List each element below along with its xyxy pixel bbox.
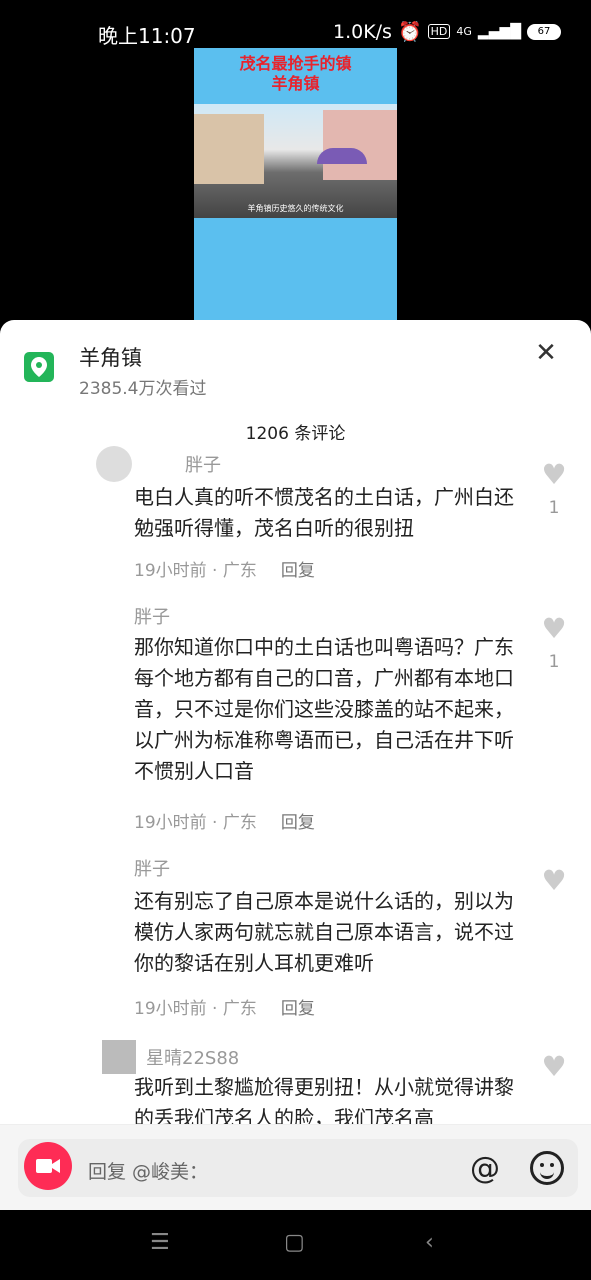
battery-icon: 67 [527, 23, 561, 40]
alarm-icon: ⏰ [397, 21, 422, 43]
camera-icon[interactable] [24, 1142, 72, 1190]
reply-button[interactable]: 回复 [281, 813, 315, 833]
video-caption: 羊角镇历史悠久的传统文化 [247, 204, 344, 213]
heart-icon[interactable]: ♥ [539, 458, 569, 491]
comment-meta: 19小时前 · 广东 回复 [134, 994, 315, 1019]
hd-icon: HD [427, 24, 451, 39]
network-speed: 1.0K/s [332, 20, 392, 43]
video-title-line1: 茂名最抢手的镇 [239, 54, 352, 73]
location-name[interactable]: 羊角镇 [79, 342, 142, 372]
emoji-icon[interactable] [530, 1151, 564, 1185]
comment-time-location: 19小时前 · 广东 [134, 999, 257, 1019]
comment-username[interactable]: 胖子 [134, 855, 170, 881]
comment-text: 那你知道你口中的土白话也叫粤语吗？广东每个地方都有自己的口音，广州都有本地口音，… [134, 635, 514, 783]
system-nav-bar: ☰ ▢ ‹ [0, 1210, 591, 1280]
status-right: 1.0K/s ⏰ HD 4G ▂▄▆█ 67 [333, 20, 561, 43]
comment-count: 1206 条评论 [245, 424, 346, 444]
at-mention-icon[interactable]: @ [470, 1151, 500, 1186]
video-title-line2: 羊角镇 [271, 74, 320, 93]
comment-time-location: 19小时前 · 广东 [134, 561, 257, 581]
comment-text: 还有别忘了自己原本是说什么话的，别以为模仿人家两句就忘就自己原本语言，说不过你的… [134, 889, 514, 975]
comment-meta: 19小时前 · 广东 回复 [134, 556, 315, 581]
reply-button[interactable]: 回复 [281, 561, 315, 581]
street-scene-image: 羊角镇历史悠久的传统文化 [194, 104, 397, 218]
menu-nav-icon[interactable]: ☰ [150, 1230, 170, 1255]
location-views: 2385.4万次看过 [79, 379, 207, 399]
comment-text: 电白人真的听不惯茂名的土白话，广州白还勉强听得懂，茂名白听的很别扭 [134, 485, 514, 540]
reply-button[interactable]: 回复 [281, 999, 315, 1019]
avatar[interactable] [102, 1040, 136, 1074]
building-right [323, 110, 397, 180]
comment-username[interactable]: 胖子 [134, 603, 170, 629]
location-pin-icon [24, 352, 54, 382]
reply-placeholder[interactable]: 回复 @峻美： [88, 1157, 208, 1184]
video-player[interactable]: 茂名最抢手的镇 羊角镇 羊角镇历史悠久的传统文化 [0, 48, 591, 328]
back-nav-icon[interactable]: ‹ [425, 1230, 434, 1255]
heart-icon[interactable]: ♥ [539, 864, 569, 897]
comment-sheet: 羊角镇 2385.4万次看过 ✕ 1206 条评论 胖子 电白人真的听不惯茂名的… [0, 320, 591, 1210]
heart-icon[interactable]: ♥ [539, 612, 569, 645]
umbrella [317, 148, 367, 164]
like-count: 1 [548, 498, 560, 518]
heart-icon[interactable]: ♥ [539, 1050, 569, 1083]
video-title: 茂名最抢手的镇 羊角镇 [194, 54, 397, 94]
comment-username[interactable]: 胖子 [185, 451, 221, 477]
signal-icon: ▂▄▆█ [477, 23, 521, 40]
close-icon[interactable]: ✕ [531, 338, 561, 368]
home-nav-icon[interactable]: ▢ [284, 1230, 305, 1255]
like-count: 1 [548, 652, 560, 672]
comment-time-location: 19小时前 · 广东 [134, 813, 257, 833]
reply-input-bar: 回复 @峻美： @ [0, 1124, 591, 1210]
avatar[interactable] [96, 446, 132, 482]
building-left [194, 114, 264, 184]
video-thumbnail[interactable]: 茂名最抢手的镇 羊角镇 羊角镇历史悠久的传统文化 [194, 48, 397, 328]
comment-meta: 19小时前 · 广东 回复 [134, 808, 315, 833]
comment-username[interactable]: 星晴22S88 [146, 1044, 239, 1070]
network-type: 4G [456, 25, 472, 38]
status-bar: 晚上11:07 1.0K/s ⏰ HD 4G ▂▄▆█ 67 [0, 0, 591, 48]
status-time: 晚上11:07 [98, 24, 196, 48]
